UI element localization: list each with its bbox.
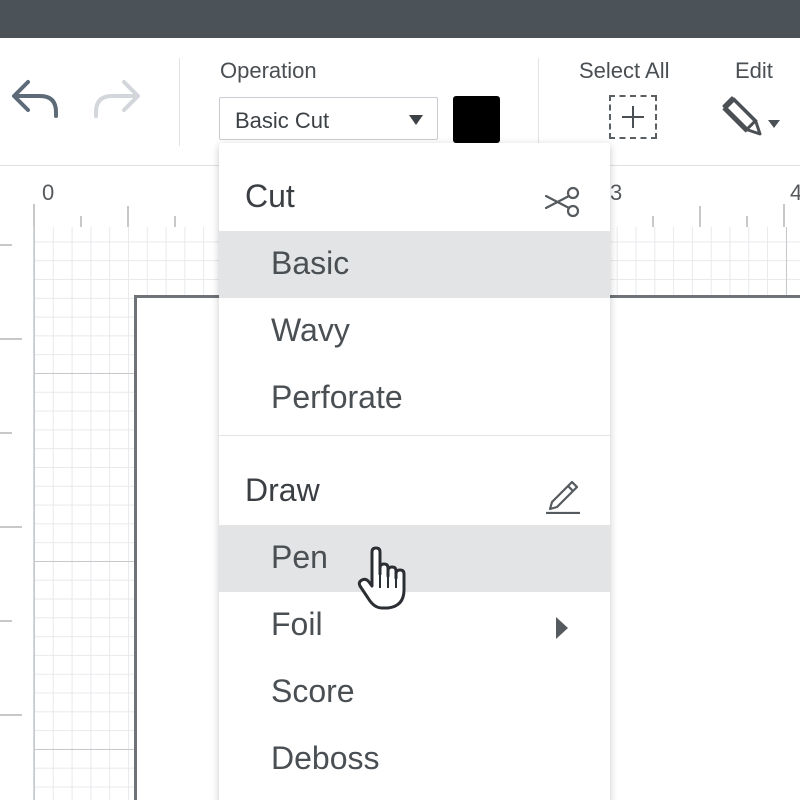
edit-label: Edit <box>735 58 773 83</box>
operation-menu: Cut Basic Wavy Perforate Draw Pen Foil S… <box>219 143 610 800</box>
color-swatch[interactable] <box>453 96 500 143</box>
menu-item-pen[interactable]: Pen <box>219 525 610 592</box>
operation-dropdown-value: Basic Cut <box>235 108 330 133</box>
menu-heading-cut: Cut <box>245 178 295 214</box>
menu-item-basic[interactable]: Basic <box>219 231 610 298</box>
undo-icon[interactable] <box>10 76 60 122</box>
toolbar-separator <box>179 58 180 146</box>
caret-down-icon <box>409 115 423 125</box>
menu-item-perforate[interactable]: Perforate <box>219 365 610 432</box>
edit-tools-icon[interactable] <box>722 94 782 142</box>
menu-divider <box>219 435 610 436</box>
menu-item-foil[interactable]: Foil <box>219 592 610 659</box>
pen-icon <box>546 480 580 514</box>
menu-item-wavy[interactable]: Wavy <box>219 298 610 365</box>
scissors-icon <box>544 186 580 218</box>
operation-dropdown[interactable]: Basic Cut <box>219 97 438 140</box>
menu-item-score[interactable]: Score <box>219 659 610 726</box>
redo-icon[interactable] <box>92 76 142 122</box>
operation-label: Operation <box>220 58 317 83</box>
select-all-icon[interactable] <box>609 95 657 139</box>
select-all-label: Select All <box>579 58 670 83</box>
vertical-ruler <box>0 227 34 800</box>
hand-pointer-cursor-icon <box>357 546 406 610</box>
ruler-ticks <box>0 244 22 716</box>
toolbar-separator <box>538 58 539 146</box>
menu-heading-draw: Draw <box>245 472 320 508</box>
chevron-right-icon <box>556 617 568 639</box>
menu-item-deboss[interactable]: Deboss <box>219 726 610 793</box>
app-top-bar <box>0 0 800 38</box>
